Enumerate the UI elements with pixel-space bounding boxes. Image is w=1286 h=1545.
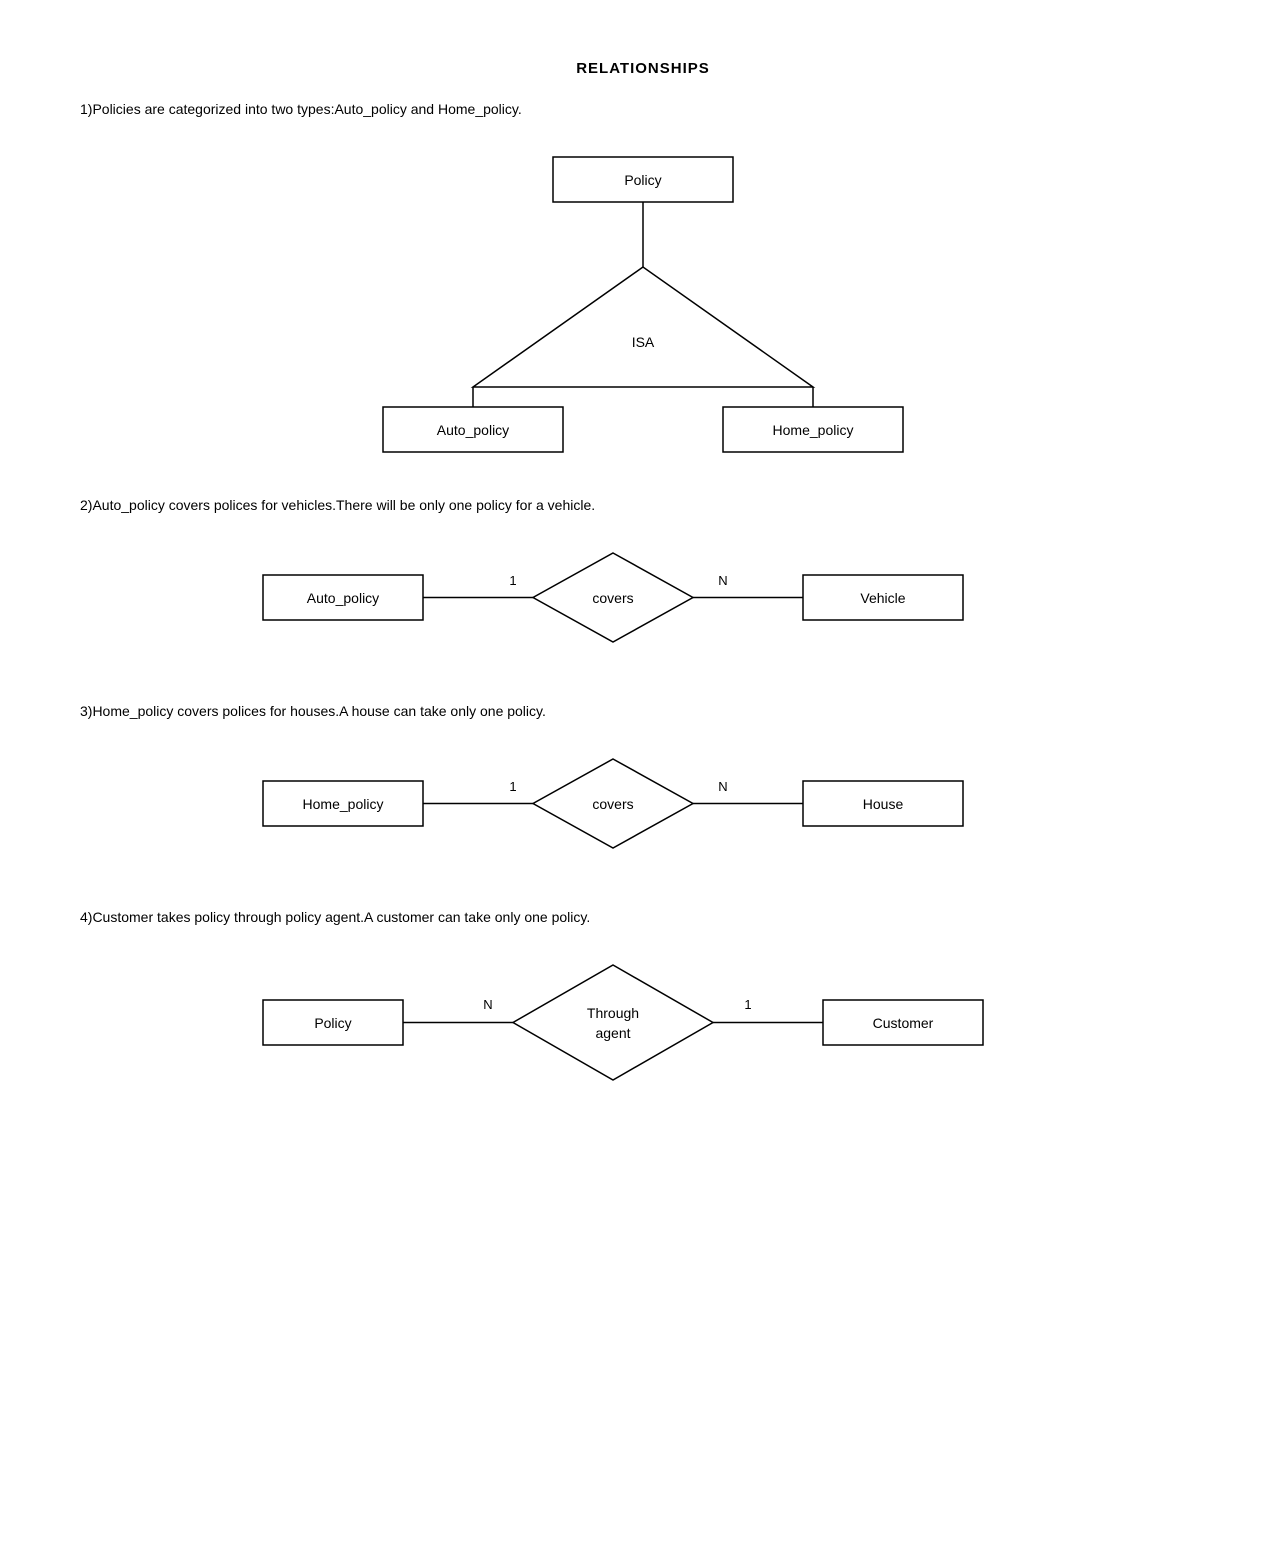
auto-covers-diagram: Auto_policy 1 covers N Vehicle: [80, 533, 1206, 663]
section-2: 2)Auto_policy covers polices for vehicle…: [80, 497, 1206, 663]
through-agent-diamond: [513, 965, 713, 1080]
policy-label-4: Policy: [314, 1015, 351, 1031]
covers-label-home: covers: [592, 796, 633, 812]
cardinality-n-auto: N: [718, 573, 727, 588]
auto-covers-svg: Auto_policy 1 covers N Vehicle: [243, 533, 1043, 663]
through-label: Through: [587, 1005, 639, 1021]
cardinality-1-auto: 1: [509, 573, 516, 588]
home-policy-label-2: Home_policy: [303, 796, 384, 812]
cardinality-n-agent: N: [483, 997, 492, 1012]
auto-policy-label: Auto_policy: [437, 422, 509, 438]
section-2-description: 2)Auto_policy covers polices for vehicle…: [80, 497, 1206, 513]
home-covers-svg: Home_policy 1 covers N House: [243, 739, 1043, 869]
section-1-description: 1)Policies are categorized into two type…: [80, 101, 1206, 117]
through-agent-diagram: Policy N Through agent 1 Customer: [80, 945, 1206, 1105]
auto-policy-label-2: Auto_policy: [307, 590, 379, 606]
agent-label: agent: [595, 1025, 630, 1041]
policy-label: Policy: [624, 172, 661, 188]
section-1: 1)Policies are categorized into two type…: [80, 101, 1206, 457]
cardinality-1-home: 1: [509, 779, 516, 794]
house-label: House: [863, 796, 904, 812]
isa-label: ISA: [632, 334, 655, 350]
cardinality-1-agent: 1: [744, 997, 751, 1012]
section-4: 4)Customer takes policy through policy a…: [80, 909, 1206, 1105]
cardinality-n-home: N: [718, 779, 727, 794]
page-title: RELATIONSHIPS: [80, 60, 1206, 77]
customer-label: Customer: [873, 1015, 934, 1031]
home-policy-label: Home_policy: [773, 422, 854, 438]
section-3: 3)Home_policy covers polices for houses.…: [80, 703, 1206, 869]
isa-svg: Policy ISA Auto_policy Home_policy: [333, 137, 953, 457]
isa-triangle: [473, 267, 813, 387]
through-agent-svg: Policy N Through agent 1 Customer: [243, 945, 1043, 1105]
vehicle-label: Vehicle: [860, 590, 905, 606]
section-3-description: 3)Home_policy covers polices for houses.…: [80, 703, 1206, 719]
section-4-description: 4)Customer takes policy through policy a…: [80, 909, 1206, 925]
home-covers-diagram: Home_policy 1 covers N House: [80, 739, 1206, 869]
isa-diagram: Policy ISA Auto_policy Home_policy: [80, 137, 1206, 457]
covers-label-auto: covers: [592, 590, 633, 606]
